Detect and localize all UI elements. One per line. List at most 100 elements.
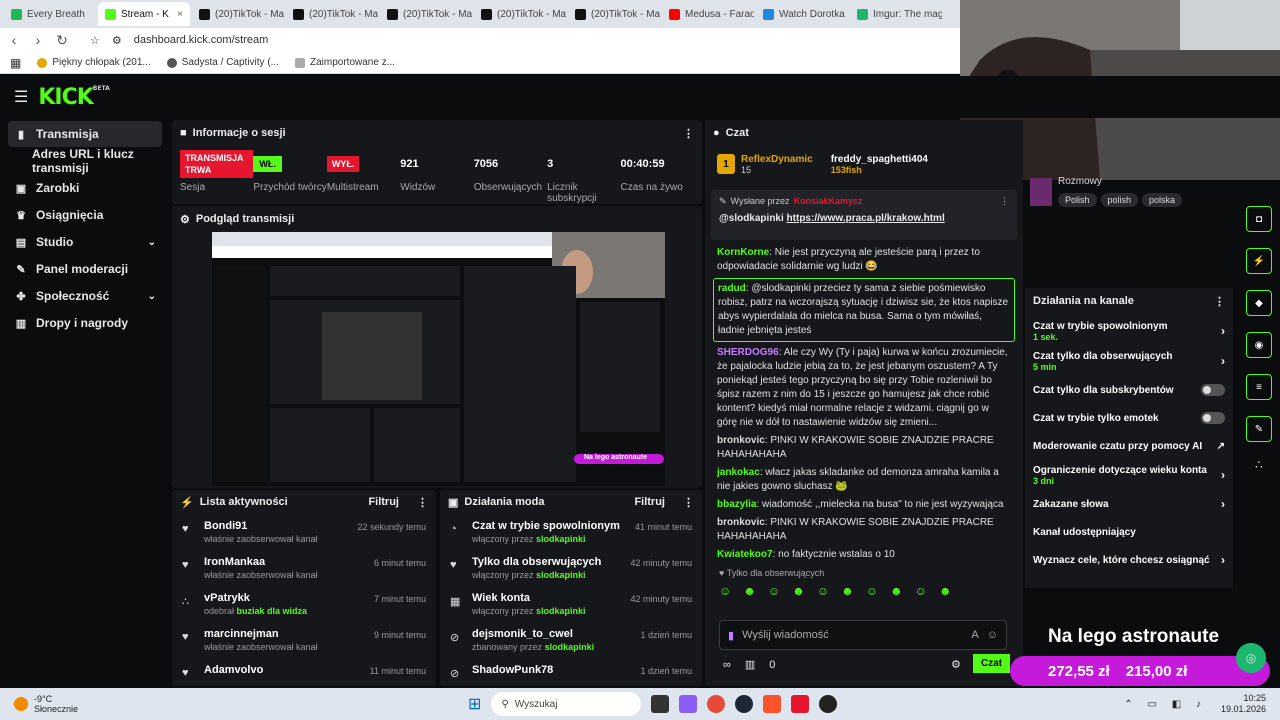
- browser-tab[interactable]: Watch Dorotka |: [756, 2, 848, 26]
- tray-icons[interactable]: ⌃ ▭ ◧ ♪: [1124, 699, 1207, 710]
- chat-username[interactable]: bronkovic: [717, 517, 765, 528]
- browser-tab[interactable]: (20)TikTok - Make: [568, 2, 660, 26]
- list-item[interactable]: ♥ marcinnejman właśnie zaobserwował kanał 9…: [172, 628, 436, 664]
- list-item-highlight[interactable]: slodkapinki: [536, 570, 586, 580]
- translate-icon[interactable]: A: [971, 629, 978, 641]
- top-gifter-name[interactable]: ReflexDynamic: [741, 154, 813, 165]
- stream-tag[interactable]: Polish: [1058, 193, 1097, 207]
- channel-action-item[interactable]: Ograniczenie dotyczące wieku konta 3 dni ›: [1025, 460, 1233, 490]
- settings-icon[interactable]: ⚙: [951, 658, 961, 671]
- emote-icon[interactable]: ☺: [915, 584, 927, 598]
- more-options-icon[interactable]: ⋮: [683, 496, 694, 509]
- channel-action-item[interactable]: Czat tylko dla subskrybentów: [1025, 376, 1233, 404]
- taskbar-search[interactable]: ⚲ Wyszukaj: [491, 692, 642, 716]
- channel-action-item[interactable]: Wyznacz cele, które chcesz osiągnąć ›: [1025, 546, 1233, 574]
- more-options-icon[interactable]: ⋮: [683, 127, 694, 140]
- gift-icon[interactable]: ▥: [745, 658, 755, 671]
- bookmark-item[interactable]: Sadysta / Captivity (...: [166, 57, 279, 68]
- list-item[interactable]: ⊘ dejsmonik_to_cwel zbanowany przez slodka…: [440, 628, 702, 664]
- sidebar-item[interactable]: ✤ Społeczność ⌄: [8, 283, 162, 309]
- more-options-icon[interactable]: ⋮: [1000, 196, 1009, 207]
- app-icon[interactable]: [791, 695, 810, 713]
- channel-action-item[interactable]: Zakazane słowa ›: [1025, 490, 1233, 518]
- list-item-highlight[interactable]: slodkapinki: [536, 606, 586, 616]
- sidebar-item[interactable]: ✎ Panel moderacji: [8, 256, 162, 282]
- chevron-down-icon[interactable]: ⌄: [148, 237, 156, 248]
- stream-preview-video[interactable]: Na lego astronaute: [212, 232, 665, 486]
- toggle-switch[interactable]: [1201, 412, 1225, 424]
- kick-logo[interactable]: KICKBETA: [38, 85, 109, 110]
- filter-button[interactable]: Filtruj: [368, 496, 399, 508]
- list-item[interactable]: ♥ Tylko dla obserwujących włączony przez s…: [440, 556, 702, 592]
- list-item[interactable]: ♥ IronMankaa właśnie zaobserwował kanał 6 m…: [172, 556, 436, 592]
- apps-grid-icon[interactable]: ▦: [10, 56, 21, 70]
- bookmark-item[interactable]: Zaimportowane z...: [295, 57, 395, 68]
- second-gifter-name[interactable]: freddy_spaghetti404: [831, 154, 928, 165]
- chat-username[interactable]: KornKorne: [717, 247, 769, 258]
- points-icon[interactable]: ∴: [1238, 458, 1280, 472]
- stream-tag[interactable]: polish: [1100, 193, 1139, 207]
- chat-bubble-icon[interactable]: ◆: [1246, 290, 1272, 316]
- external-link-icon[interactable]: ↗: [1217, 441, 1225, 452]
- bookmark-item[interactable]: Piękny chłopak (201...: [37, 57, 151, 68]
- chat-username[interactable]: Kwiatekoo7: [717, 549, 773, 560]
- list-icon[interactable]: ≡: [1246, 374, 1272, 400]
- chat-username[interactable]: jankokac: [717, 467, 760, 478]
- sidebar-item[interactable]: ▮ Transmisja: [8, 121, 162, 147]
- copilot-icon[interactable]: [679, 695, 698, 713]
- emote-icon[interactable]: ☺: [866, 584, 878, 598]
- list-item[interactable]: ♥ Bondi91 właśnie zaobserwował kanał 22 sek…: [172, 520, 436, 556]
- list-item-highlight[interactable]: slodkapinki: [536, 534, 586, 544]
- back-icon[interactable]: ‹: [4, 32, 24, 48]
- wrench-icon[interactable]: ✎: [1246, 416, 1272, 442]
- site-info-icon[interactable]: ⚙: [112, 34, 122, 47]
- reload-icon[interactable]: ↻: [52, 32, 72, 49]
- chevron-right-icon[interactable]: ›: [1221, 553, 1225, 567]
- stream-tag[interactable]: polska: [1142, 193, 1183, 207]
- browser-tab[interactable]: (20)TikTok - Make: [192, 2, 284, 26]
- browser-tab[interactable]: Every Breath: [4, 2, 96, 26]
- emote-icon[interactable]: ☺: [817, 584, 829, 598]
- browser-tab[interactable]: (20)TikTok - Make: [474, 2, 566, 26]
- emote-icon[interactable]: ☻: [841, 584, 854, 598]
- chat-username[interactable]: bronkovic: [717, 435, 765, 446]
- chat-username[interactable]: SHERDOG96: [717, 347, 779, 358]
- forward-icon[interactable]: ›: [28, 32, 48, 48]
- start-icon[interactable]: ⊞: [468, 694, 481, 714]
- weather-icon[interactable]: [14, 697, 28, 711]
- list-item-highlight[interactable]: buziak dla widza: [237, 606, 308, 616]
- pinned-author[interactable]: KonsiakKamysz: [794, 196, 863, 207]
- pinned-message[interactable]: ✎ Wysłane przez KonsiakKamysz ⋮ @slodkapink…: [711, 190, 1017, 240]
- list-item[interactable]: ◔ Czat w trybie spowolnionym włączony prze…: [440, 520, 702, 556]
- camera-icon[interactable]: ◘: [1246, 206, 1272, 232]
- url-text[interactable]: dashboard.kick.com/stream: [134, 34, 269, 46]
- steam-icon[interactable]: [735, 695, 754, 713]
- bolt-icon[interactable]: ⚡: [1246, 248, 1272, 274]
- channel-action-item[interactable]: Moderowanie czatu przy pomocy AI ↗: [1025, 432, 1233, 460]
- chat-username[interactable]: bbazylia: [717, 499, 756, 510]
- sidebar-item[interactable]: ▥ Dropy i nagrody: [8, 310, 162, 336]
- chevron-right-icon[interactable]: ›: [1221, 324, 1225, 338]
- chevron-down-icon[interactable]: ⌄: [148, 291, 156, 302]
- broadcast-icon[interactable]: ◉: [1246, 332, 1272, 358]
- emote-icon[interactable]: ☺: [768, 584, 780, 598]
- category-name[interactable]: Rozmowy: [1058, 176, 1182, 187]
- channel-action-item[interactable]: Kanał udostępniający: [1025, 518, 1233, 546]
- chevron-right-icon[interactable]: ›: [1221, 497, 1225, 511]
- emote-icon[interactable]: ☺: [719, 584, 731, 598]
- filter-button[interactable]: Filtruj: [634, 496, 665, 508]
- category-thumbnail[interactable]: [1030, 178, 1052, 206]
- toggle-switch[interactable]: [1201, 384, 1225, 396]
- menu-icon[interactable]: ☰: [14, 87, 28, 107]
- emote-icon[interactable]: ☻: [792, 584, 805, 598]
- sidebar-item[interactable]: ▤ Studio ⌄: [8, 229, 162, 255]
- more-options-icon[interactable]: ⋮: [417, 496, 428, 509]
- chat-username[interactable]: radud: [718, 283, 746, 294]
- chat-send-button[interactable]: Czat: [973, 654, 1011, 673]
- sidebar-item[interactable]: ♛ Osiągnięcia: [8, 202, 162, 228]
- obs-icon[interactable]: [819, 695, 838, 713]
- close-tab-icon[interactable]: ×: [177, 9, 183, 20]
- chrome-icon[interactable]: [707, 695, 726, 713]
- sidebar-item[interactable]: Adres URL i klucz transmisji: [8, 147, 162, 175]
- list-item-highlight[interactable]: slodkapinki: [545, 642, 595, 652]
